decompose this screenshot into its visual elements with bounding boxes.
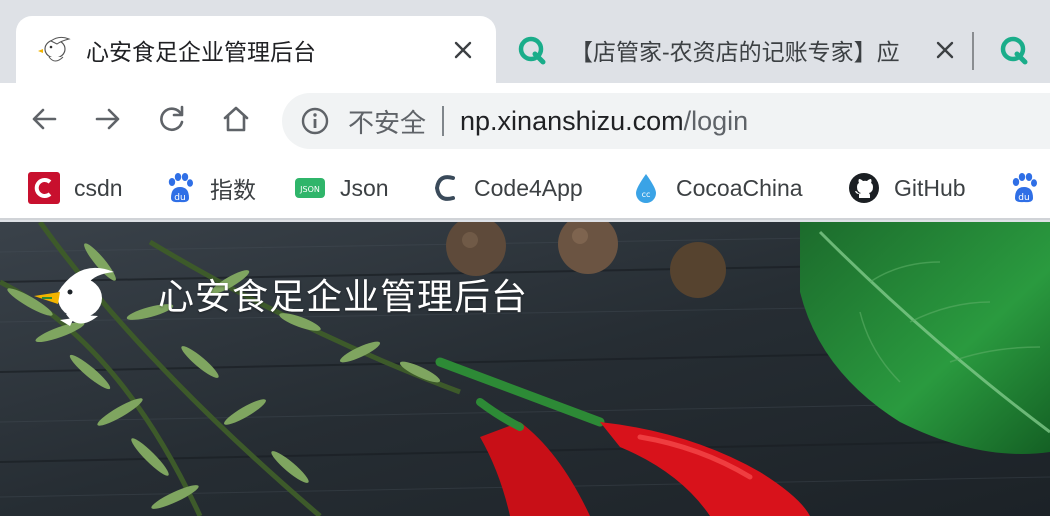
svg-text:du: du bbox=[174, 193, 185, 203]
svg-text:du: du bbox=[1018, 193, 1029, 203]
url-host: np.xinanshizu.com bbox=[460, 105, 684, 136]
close-icon[interactable] bbox=[448, 35, 478, 65]
brand-title: 心安食足企业管理后台 bbox=[158, 276, 529, 317]
duck-logo-icon bbox=[36, 32, 72, 68]
bookmark-label: csdn bbox=[74, 174, 123, 201]
close-icon[interactable] bbox=[930, 35, 960, 65]
omnibox-divider bbox=[442, 106, 445, 136]
duck-mascot-logo bbox=[34, 267, 114, 326]
reload-icon bbox=[160, 105, 184, 131]
bookmark-label: Json bbox=[340, 174, 389, 201]
q-logo-icon bbox=[996, 32, 1032, 68]
info-icon[interactable] bbox=[300, 106, 330, 136]
bookmark-label: Code4App bbox=[474, 174, 583, 201]
bookmark-csdn[interactable]: csdn bbox=[28, 171, 123, 205]
forward-arrow-icon bbox=[95, 108, 120, 130]
forward-button[interactable] bbox=[88, 99, 128, 139]
tab-inactive[interactable]: 【店管家-农资店的记账专家】应 bbox=[508, 16, 966, 83]
cocoachina-icon: cc bbox=[630, 172, 662, 204]
bookmark-github[interactable]: GitHub bbox=[848, 171, 966, 205]
home-icon bbox=[223, 106, 249, 132]
svg-text:JSON: JSON bbox=[299, 185, 320, 194]
bookmark-json[interactable]: JSON Json bbox=[294, 171, 389, 205]
bookmark-cocoachina[interactable]: cc CocoaChina bbox=[630, 171, 803, 205]
svg-text:cc: cc bbox=[642, 190, 651, 199]
url-path: /login bbox=[683, 105, 749, 136]
bookmark-label: GitHub bbox=[894, 174, 966, 201]
tab-title: 【店管家-农资店的记账专家】应 bbox=[570, 38, 900, 65]
back-arrow-icon bbox=[32, 108, 57, 130]
github-icon bbox=[848, 172, 880, 204]
home-button[interactable] bbox=[216, 99, 256, 139]
bookmark-baidu[interactable]: du bbox=[1008, 171, 1040, 205]
bookmark-label: CocoaChina bbox=[676, 174, 803, 201]
browser-toolbar: 不安全 np.xinanshizu.com/login bbox=[0, 83, 1050, 157]
tab-active[interactable]: 心安食足企业管理后台 bbox=[16, 16, 496, 83]
baidu-paw-icon: du bbox=[1008, 172, 1040, 204]
food-background-image bbox=[0, 222, 1050, 516]
security-label[interactable]: 不安全 bbox=[348, 103, 426, 140]
back-button[interactable] bbox=[24, 99, 64, 139]
reload-button[interactable] bbox=[152, 99, 192, 139]
baidu-paw-icon: du bbox=[164, 172, 196, 204]
bookmark-label: 指数 bbox=[210, 177, 256, 203]
tab-divider bbox=[972, 32, 974, 70]
q-logo-icon bbox=[514, 32, 550, 68]
tab-inactive[interactable] bbox=[990, 16, 1050, 83]
bookmark-zhishu[interactable]: du 指数 bbox=[164, 171, 256, 205]
bookmarks-bar: csdn du 指数 JSON Json Code4App cc CocoaCh… bbox=[0, 157, 1050, 220]
tab-title: 心安食足企业管理后台 bbox=[86, 38, 316, 65]
json-icon: JSON bbox=[294, 172, 326, 204]
login-page-banner: 心安食足企业管理后台 bbox=[0, 222, 1050, 516]
csdn-icon bbox=[28, 172, 60, 204]
bookmark-code4app[interactable]: Code4App bbox=[428, 171, 583, 205]
code4app-icon bbox=[428, 172, 460, 204]
tab-strip: 心安食足企业管理后台 【店管家-农资店的记账专家】应 bbox=[0, 0, 1050, 83]
address-bar[interactable]: 不安全 np.xinanshizu.com/login bbox=[282, 93, 1050, 149]
